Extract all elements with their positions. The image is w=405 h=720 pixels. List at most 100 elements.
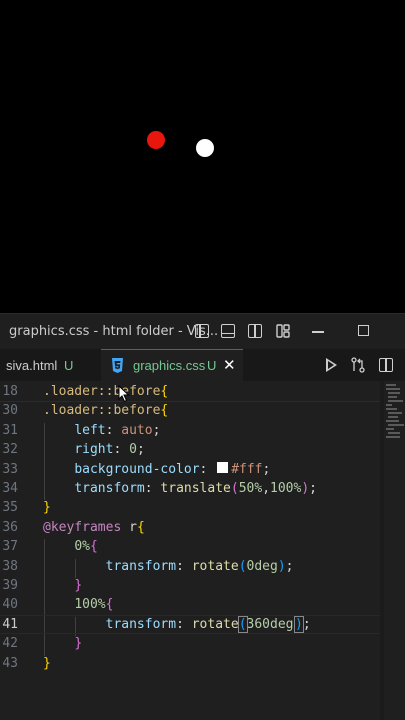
code-text: left: auto; <box>43 421 160 440</box>
code-token: } <box>74 636 83 652</box>
code-token: : <box>176 616 192 632</box>
code-line[interactable]: 35} <box>0 498 380 517</box>
code-text: .loader::before{ <box>43 382 168 401</box>
code-token: .loader::before <box>43 403 161 419</box>
code-line[interactable]: 37 0%{ <box>0 537 380 556</box>
toggle-panel-icon[interactable] <box>221 324 235 338</box>
code-token: auto <box>121 422 153 438</box>
code-token: } <box>43 655 51 671</box>
code-editor[interactable]: 30 .loader::before{31 left: auto; 32 right… <box>0 381 405 720</box>
line-number: 35 <box>2 500 18 516</box>
line-number: 41 <box>2 616 18 632</box>
line-number: 36 <box>2 519 18 535</box>
code-token: ; <box>309 481 317 496</box>
code-token: ; <box>302 616 311 632</box>
code-line[interactable]: 42 } <box>0 634 380 653</box>
line-number: 32 <box>2 442 18 458</box>
code-line[interactable]: 39 } <box>0 576 380 595</box>
code-text: .loader::before{ <box>43 401 168 420</box>
code-token: ( <box>238 558 247 574</box>
code-token: } <box>74 578 83 593</box>
tab-label: siva.html <box>6 358 58 373</box>
sticky-scroll-line[interactable]: 18 .loader::before{ <box>0 382 380 403</box>
code-token: 0% <box>74 539 90 555</box>
code-line[interactable]: 31 left: auto; <box>0 421 380 440</box>
code-text: transform: rotate(360deg); <box>43 615 311 634</box>
code-text: } <box>43 576 82 595</box>
code-token: ; <box>152 422 161 438</box>
line-number: 43 <box>2 655 18 671</box>
code-line[interactable]: 38 transform: rotate(0deg); <box>0 557 380 576</box>
close-icon[interactable]: ✕ <box>223 356 236 374</box>
compare-changes-icon[interactable] <box>350 357 366 373</box>
white-dot <box>196 139 214 157</box>
toggle-secondary-sidebar-icon[interactable] <box>248 324 262 338</box>
minimap[interactable] <box>384 381 405 461</box>
code-token: .loader::before <box>43 384 161 399</box>
code-line[interactable]: 33 background-color: #fff; <box>0 460 380 479</box>
line-number: 42 <box>2 636 18 652</box>
line-number: 33 <box>2 461 18 477</box>
tab-siva-html[interactable]: siva.html U <box>0 349 100 381</box>
tab-graphics-css[interactable]: graphics.css U ✕ <box>101 349 243 381</box>
code-token: } <box>43 500 51 516</box>
maximize-icon[interactable] <box>358 325 369 336</box>
code-text: } <box>43 634 82 653</box>
code-token: right <box>74 442 114 458</box>
run-icon[interactable] <box>326 358 337 372</box>
code-line[interactable]: 34 transform: translate(50%,100%); <box>0 479 380 498</box>
code-token: { <box>105 597 114 613</box>
red-dot <box>147 131 165 149</box>
code-line[interactable]: 40 100%{ <box>0 595 380 614</box>
code-token: 100% <box>74 597 106 613</box>
code-line[interactable]: 32 right: 0; <box>0 440 380 459</box>
code-token: translate <box>160 481 231 496</box>
code-line[interactable]: 36 @keyframes r{ <box>0 518 380 537</box>
line-number: 39 <box>2 578 18 593</box>
customize-layout-icon[interactable] <box>276 324 290 338</box>
code-text: 0%{ <box>43 537 98 556</box>
code-token: : <box>176 558 192 574</box>
code-token: { <box>160 384 169 399</box>
code-token: ; <box>136 442 145 458</box>
code-token: 100% <box>270 481 302 496</box>
code-token: @keyframes <box>43 519 122 535</box>
code-token: r <box>129 519 137 535</box>
editor-tab-bar: siva.html U graphics.css U ✕ <box>0 349 405 381</box>
line-number: 31 <box>2 422 18 438</box>
code-token: ) <box>301 481 310 496</box>
minimize-icon[interactable] <box>312 331 324 333</box>
code-token: 0 <box>129 442 137 458</box>
code-line[interactable]: 43} <box>0 654 380 673</box>
code-token: ; <box>262 461 271 477</box>
code-token: { <box>89 539 98 555</box>
git-status-badge: U <box>207 358 217 373</box>
git-status-badge: U <box>64 358 74 373</box>
split-editor-icon[interactable] <box>379 358 393 372</box>
code-text: right: 0; <box>43 440 145 459</box>
line-number: 34 <box>2 481 18 496</box>
code-token: ) <box>294 615 304 633</box>
title-bar: graphics.css - html folder - Vis... <box>0 313 405 349</box>
code-token: ; <box>285 558 294 574</box>
code-token: rotate <box>191 558 239 574</box>
code-token: 50% <box>238 481 263 496</box>
code-line[interactable]: 30 .loader::before{ <box>0 401 380 420</box>
code-token: rotate <box>191 616 239 632</box>
code-text: @keyframes r{ <box>43 518 145 537</box>
code-token: 360deg <box>246 616 294 632</box>
line-number: 18 <box>2 384 18 399</box>
color-swatch-icon <box>217 461 229 473</box>
code-token: ( <box>237 615 248 633</box>
code-token: left <box>74 422 106 438</box>
toggle-primary-sidebar-icon[interactable] <box>195 324 209 338</box>
code-token: : <box>144 481 161 496</box>
code-token: transform <box>105 616 177 632</box>
code-line[interactable]: 41 transform: rotate(360deg); <box>0 615 380 634</box>
